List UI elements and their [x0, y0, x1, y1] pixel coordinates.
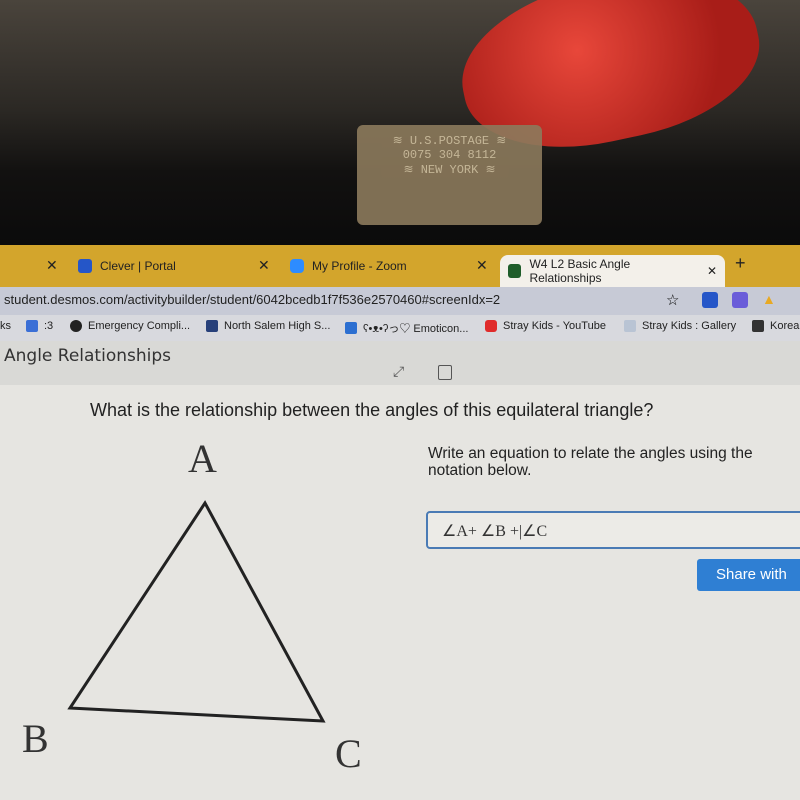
activity-screen: What is the relationship between the ang…	[0, 385, 800, 800]
bookmark-icon	[752, 320, 764, 332]
tab-label: W4 L2 Basic Angle Relationships	[529, 257, 631, 285]
bookmark[interactable]: ʕ•ᴥ•ʔっ♡ Emoticon...	[345, 320, 468, 336]
triangle-shape	[67, 500, 326, 723]
bookmark-label: Stray Kids - YouTube	[503, 320, 606, 332]
new-tab-button[interactable]: +	[735, 253, 746, 274]
bookmark[interactable]: :3	[26, 320, 53, 332]
desmos-icon	[508, 264, 522, 278]
tab-clever[interactable]: Clever | Portal	[78, 251, 176, 281]
bookmark[interactable]: Korea	[752, 320, 799, 332]
bookmark-label: :3	[44, 320, 54, 332]
share-button[interactable]: Share with	[697, 559, 800, 591]
close-tab-icon[interactable]: ✕	[707, 264, 717, 278]
clever-extension-icon[interactable]	[702, 292, 718, 308]
page-icon	[624, 320, 636, 332]
calendar-icon	[206, 320, 218, 332]
calculator-icon[interactable]	[438, 365, 452, 380]
bookmarks-bar: ks :3 Emergency Compli... North Salem Hi…	[0, 315, 800, 341]
postage-stamp: ≋ U.S.POSTAGE ≋ 0075 304 8112 ≋ NEW YORK ≋	[357, 125, 542, 225]
question-text: What is the relationship between the ang…	[90, 400, 654, 420]
activity-header: Angle Relationships ⤢	[0, 341, 800, 385]
youtube-icon	[485, 320, 497, 332]
tab-label: My Profile - Zoom	[312, 259, 407, 273]
tab-bar: ✕ Clever | Portal ✕ My Profile - Zoom ✕ …	[0, 245, 800, 287]
equilateral-triangle	[67, 500, 326, 723]
bookmark[interactable]: Stray Kids - YouTube	[485, 320, 606, 332]
globe-icon	[70, 320, 82, 332]
star-icon[interactable]: ☆	[666, 291, 679, 309]
zoom-icon	[290, 259, 304, 273]
url-text[interactable]: student.desmos.com/activitybuilder/stude…	[4, 292, 500, 307]
heart-icon	[345, 322, 357, 334]
docs-icon	[26, 320, 38, 332]
bookmark-label: ʕ•ᴥ•ʔっ♡ Emoticon...	[363, 323, 469, 335]
bookmark[interactable]: Emergency Compli...	[70, 320, 190, 332]
vertex-label-c: C	[335, 731, 362, 776]
extension-icon[interactable]	[732, 292, 748, 308]
tab-desmos[interactable]: W4 L2 Basic Angle Relationships ✕	[500, 255, 725, 287]
page-title: Angle Relationships	[4, 346, 171, 366]
close-tab-icon[interactable]: ✕	[46, 257, 58, 274]
bookmark-label: North Salem High S...	[224, 320, 331, 332]
bookmark-label: Emergency Compli...	[88, 320, 191, 332]
bookmark-label: Korea	[770, 320, 800, 332]
close-tab-icon[interactable]: ✕	[258, 257, 270, 274]
vertex-label-a: A	[188, 436, 217, 481]
address-bar[interactable]: student.desmos.com/activitybuilder/stude…	[0, 287, 800, 315]
bookmark-label: Stray Kids : Gallery	[642, 320, 737, 332]
instruction-text: Write an equation to relate the angles u…	[428, 445, 753, 479]
vertex-label-b: B	[22, 716, 49, 761]
bookmark[interactable]: Stray Kids : Gallery	[624, 320, 736, 332]
drive-icon[interactable]: ▲	[762, 291, 776, 307]
tab-zoom[interactable]: My Profile - Zoom	[290, 251, 407, 281]
bookmark[interactable]: North Salem High S...	[206, 320, 330, 332]
clever-icon	[78, 259, 92, 273]
bookmark[interactable]: ks	[0, 320, 11, 332]
equation-input[interactable]: ∠A+ ∠B +|∠C	[426, 511, 800, 549]
expand-icon[interactable]: ⤢	[393, 363, 404, 380]
close-tab-icon[interactable]: ✕	[476, 257, 488, 274]
tab-label: Clever | Portal	[100, 259, 176, 273]
